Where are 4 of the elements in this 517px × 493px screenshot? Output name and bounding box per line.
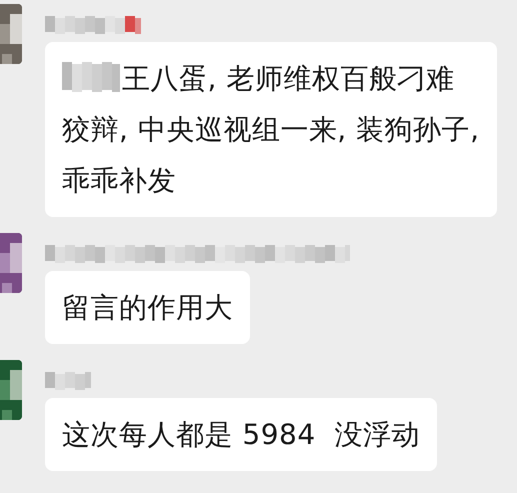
message-bubble: 王八蛋, 老师维权百般刁难狡辩, 中央巡视组一来, 装狗孙子, 乖乖补发 — [45, 42, 497, 217]
blurred-name — [45, 372, 91, 390]
message-bubble: 这次每人都是 5984 没浮动 — [45, 398, 437, 471]
message-bubble: 留言的作用大 — [45, 271, 250, 344]
